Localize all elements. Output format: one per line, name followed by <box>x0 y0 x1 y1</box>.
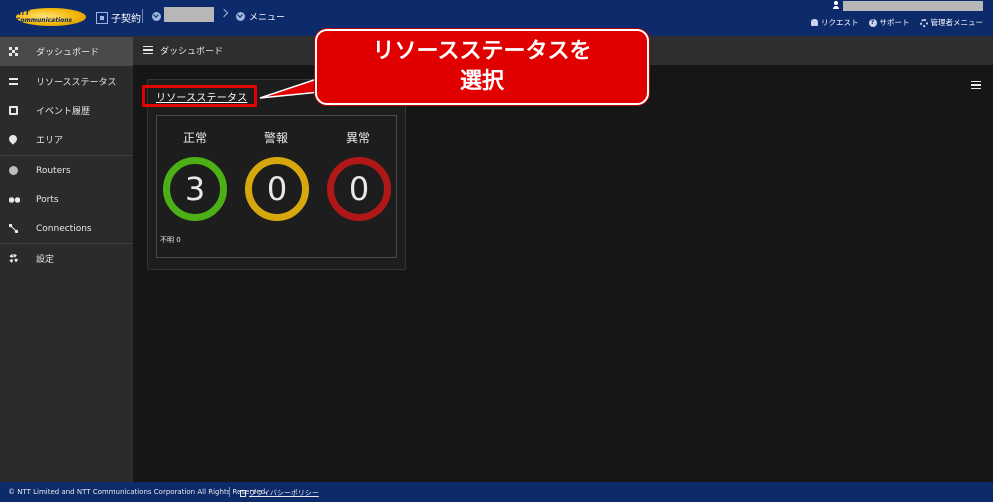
request-link[interactable]: リクエスト <box>811 17 859 28</box>
privacy-policy-label: プライバシーポリシー <box>249 489 319 497</box>
sidebar-item-label: イベント履歴 <box>36 107 91 117</box>
callout-tail <box>259 77 320 99</box>
chevron-down-icon <box>236 12 245 21</box>
page-title: ダッシュボード <box>160 47 224 57</box>
gear-icon <box>919 18 928 27</box>
support-link-label: サポート <box>879 18 910 27</box>
sidebar-item-settings[interactable]: 設定 <box>0 244 133 273</box>
stat-label-error: 異常 <box>345 131 370 145</box>
calendar-icon <box>9 106 18 115</box>
unknown-count: 不明 0 <box>160 236 181 244</box>
list-icon <box>9 78 18 85</box>
sidebar: ダッシュボード リソースステータス イベント履歴 エリア Routers Por… <box>0 36 133 482</box>
highlight-box <box>142 85 257 107</box>
contract-icon <box>96 11 108 24</box>
sidebar-item-connections[interactable]: Connections <box>0 214 133 243</box>
status-ring-error[interactable]: 0 <box>327 157 391 221</box>
menu-breadcrumb-label: メニュー <box>249 13 286 23</box>
ports-icon <box>9 197 20 203</box>
topbar-divider <box>142 9 143 23</box>
callout-line-2: 選択 <box>459 69 504 94</box>
help-icon: ? <box>868 18 877 27</box>
redacted-contract-name[interactable] <box>164 7 214 22</box>
contract-label: 子契約 <box>111 14 141 25</box>
request-link-label: リクエスト <box>821 18 859 27</box>
sidebar-item-label: Routers <box>36 165 71 176</box>
document-icon <box>240 489 246 497</box>
ntt-logo[interactable]: NTT Communications <box>16 8 86 26</box>
stat-label-warning: 警報 <box>263 131 288 145</box>
sidebar-item-label: リソースステータス <box>36 78 117 88</box>
status-ring-normal[interactable]: 3 <box>163 157 227 221</box>
map-pin-icon <box>7 133 19 145</box>
chevron-down-icon[interactable] <box>152 12 161 21</box>
sidebar-item-label: 設定 <box>36 255 55 265</box>
admin-menu-link-label: 管理者メニュー <box>930 18 984 27</box>
sidebar-item-label: Ports <box>36 194 59 205</box>
callout-line-1: リソースステータスを <box>372 39 592 64</box>
grid-icon <box>9 47 18 56</box>
status-ring-warning[interactable]: 0 <box>245 157 309 221</box>
sidebar-item-label: Connections <box>36 223 92 234</box>
support-link[interactable]: ? サポート <box>868 17 910 28</box>
settings-icon <box>9 254 18 263</box>
contract-switcher[interactable]: 子契約 <box>96 10 141 25</box>
footer-divider <box>229 487 230 497</box>
privacy-policy-link[interactable]: プライバシーポリシー <box>240 488 319 498</box>
bell-icon <box>811 19 818 26</box>
logo-text: NTT Communications <box>16 10 73 24</box>
admin-menu-link[interactable]: 管理者メニュー <box>919 17 984 28</box>
connections-icon <box>9 224 18 233</box>
sidebar-item-event-history[interactable]: イベント履歴 <box>0 96 133 125</box>
sidebar-item-label: ダッシュボード <box>36 48 100 58</box>
router-icon <box>9 166 18 175</box>
sidebar-item-label: エリア <box>36 136 64 146</box>
app-root: NTT Communications 子契約 メニュー リクエスト ? サポート <box>0 0 993 502</box>
sidebar-item-resource-status[interactable]: リソースステータス <box>0 67 133 96</box>
sidebar-item-dashboard[interactable]: ダッシュボード <box>0 37 133 66</box>
footer: © NTT Limited and NTT Communications Cor… <box>0 482 993 502</box>
sidebar-item-ports[interactable]: Ports <box>0 185 133 214</box>
user-icon <box>832 1 840 9</box>
top-links: リクエスト ? サポート 管理者メニュー <box>811 17 983 28</box>
redacted-user-name[interactable] <box>843 1 983 11</box>
stat-label-normal: 正常 <box>182 131 207 145</box>
instruction-callout: リソースステータスを 選択 <box>315 29 649 105</box>
widget-menu-icon[interactable] <box>971 81 981 89</box>
menu-breadcrumb[interactable]: メニュー <box>236 10 285 23</box>
hamburger-icon[interactable] <box>143 46 153 54</box>
sidebar-item-area[interactable]: エリア <box>0 125 133 154</box>
sidebar-item-routers[interactable]: Routers <box>0 156 133 185</box>
chevron-right-icon <box>219 8 229 18</box>
